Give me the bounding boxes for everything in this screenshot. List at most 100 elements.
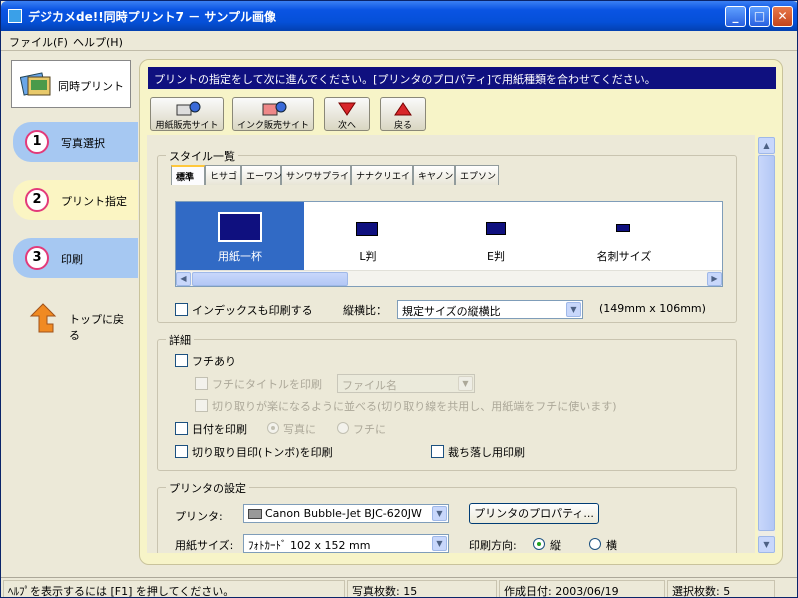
up-arrow-icon	[389, 101, 417, 117]
minimize-button[interactable]: _	[725, 6, 746, 27]
tab-nanacreate[interactable]: ナナクリエイト	[351, 165, 419, 185]
step-print[interactable]: 3 印刷	[13, 238, 138, 278]
business-card-preview	[616, 224, 630, 232]
chevron-down-icon[interactable]: ▼	[566, 302, 581, 317]
full-page-preview	[218, 212, 262, 242]
step-photo-select[interactable]: 1 写真選択	[13, 122, 138, 162]
portrait-label: 縦	[550, 539, 561, 552]
chevron-down-icon[interactable]: ▼	[432, 536, 447, 551]
photos-icon	[20, 72, 51, 96]
title-source-value: ファイル名	[342, 379, 397, 392]
orientation-label: 印刷方向:	[469, 539, 517, 552]
tab-sanwa[interactable]: サンワサプライ	[281, 165, 351, 185]
index-print-label: インデックスも印刷する	[192, 304, 313, 317]
printer-properties-button[interactable]: プリンタのプロパティ...	[469, 503, 599, 524]
crop-marks-label: 切り取り目印(トンボ)を印刷	[192, 446, 333, 459]
date-on-border-radio[interactable]	[337, 422, 349, 434]
paper-size-value: ﾌｫﾄｶｰﾄﾞ 102 x 152 mm	[248, 539, 371, 552]
date-print-label: 日付を印刷	[192, 423, 247, 436]
back-to-top-button[interactable]: トップに戻る	[19, 302, 134, 342]
style-card-business-card[interactable]: 名刺サイズ	[560, 202, 688, 270]
tab-hisago[interactable]: ヒサゴ	[205, 165, 241, 185]
menu-help[interactable]: ヘルプ(H)	[73, 34, 123, 50]
simultaneous-print-label: 同時プリント	[58, 80, 124, 93]
scroll-up-icon[interactable]: ▲	[758, 137, 775, 154]
style-card-l-size[interactable]: L判	[304, 202, 432, 270]
paper-shop-button[interactable]: 用紙販売サイト	[150, 97, 224, 131]
l-size-preview	[356, 222, 378, 236]
paper-shop-label: 用紙販売サイト	[155, 121, 219, 131]
simultaneous-print-button[interactable]: 同時プリント	[11, 60, 131, 108]
title-bar[interactable]: デジカメde!!同時プリント7 － サンプル画像 _ □ ✕	[1, 1, 797, 31]
step-print-settings[interactable]: 2 プリント指定	[13, 180, 138, 220]
tab-canon[interactable]: キヤノン	[413, 165, 455, 185]
bleed-checkbox[interactable]	[431, 445, 444, 458]
printer-icon	[248, 509, 262, 519]
chevron-down-icon[interactable]: ▼	[458, 376, 473, 391]
tab-aone[interactable]: エーワン	[241, 165, 282, 185]
tab-standard[interactable]: 標準	[171, 165, 205, 185]
border-checkbox[interactable]	[175, 354, 188, 367]
date-on-photo-label: 写真に	[283, 423, 316, 436]
hscroll-thumb[interactable]	[192, 272, 348, 286]
next-label: 次へ	[337, 121, 356, 131]
chevron-down-icon[interactable]: ▼	[432, 506, 447, 521]
settings-vscroll[interactable]: ▲ ▼	[758, 137, 775, 553]
style-card-e-size[interactable]: E判	[432, 202, 560, 270]
style-card-label: E判	[487, 250, 505, 263]
step-number: 1	[25, 130, 49, 154]
crop-marks-checkbox[interactable]	[175, 445, 188, 458]
paper-size-label: 用紙サイズ:	[175, 539, 234, 552]
style-list-hscroll[interactable]: ◀ ▶	[176, 270, 722, 286]
landscape-label: 横	[606, 539, 617, 552]
date-on-photo-radio[interactable]	[267, 422, 279, 434]
aspect-label: 縦横比：	[343, 304, 387, 317]
paper-size-select[interactable]: ﾌｫﾄｶｰﾄﾞ 102 x 152 mm ▼	[243, 534, 449, 553]
date-on-border-label: フチに	[353, 423, 386, 436]
title-on-border-checkbox[interactable]	[195, 377, 208, 390]
e-size-preview	[486, 222, 506, 235]
instruction-banner: プリントの指定をして次に進んでください。[プリンタのプロパティ]で用紙種類を合わ…	[148, 67, 776, 89]
bleed-label: 裁ち落し用印刷	[448, 446, 525, 459]
ink-shop-button[interactable]: インク販売サイト	[232, 97, 314, 131]
style-list-legend: スタイル一覧	[166, 148, 238, 164]
style-list: 用紙一杯 L判 E判 名刺サイズ ◀ ▶	[175, 201, 723, 287]
border-label: フチあり	[192, 355, 236, 368]
portrait-radio[interactable]	[533, 538, 545, 550]
printer-legend: プリンタの設定	[166, 480, 249, 496]
step-number: 2	[25, 188, 49, 212]
index-print-checkbox[interactable]	[175, 303, 188, 316]
app-icon	[8, 9, 22, 23]
vscroll-thumb[interactable]	[758, 155, 775, 531]
title-on-border-label: フチにタイトルを印刷	[212, 378, 322, 391]
status-bar: ﾍﾙﾌﾟを表示するには [F1] を押してください。 写真枚数: 15 作成日付…	[1, 577, 797, 597]
size-note: (149mm x 106mm)	[599, 302, 706, 315]
scroll-right-icon[interactable]: ▶	[707, 272, 722, 286]
title-source-select[interactable]: ファイル名 ▼	[337, 374, 475, 393]
style-card-full-page[interactable]: 用紙一杯	[176, 202, 304, 270]
scroll-down-icon[interactable]: ▼	[758, 536, 775, 553]
printer-select[interactable]: Canon Bubble-Jet BJC-620JW ▼	[243, 504, 449, 523]
status-help: ﾍﾙﾌﾟを表示するには [F1] を押してください。	[3, 580, 345, 597]
status-selected-count: 選択枚数: 5	[667, 580, 775, 597]
ink-shop-label: インク販売サイト	[236, 121, 309, 131]
sidebar: 同時プリント 1 写真選択 2 プリント指定 3 印刷 トップに戻る	[1, 52, 138, 575]
window-title: デジカメde!!同時プリント7 － サンプル画像	[28, 10, 277, 24]
close-button[interactable]: ✕	[772, 6, 793, 27]
style-card-label: 名刺サイズ	[596, 250, 652, 263]
maximize-button[interactable]: □	[749, 6, 770, 27]
scroll-left-icon[interactable]: ◀	[176, 272, 191, 286]
landscape-radio[interactable]	[589, 538, 601, 550]
back-button[interactable]: 戻る	[380, 97, 426, 131]
down-arrow-icon	[333, 101, 361, 117]
step-label: 印刷	[61, 253, 83, 266]
tab-epson[interactable]: エプソン	[455, 165, 499, 185]
easy-cut-checkbox[interactable]	[195, 399, 208, 412]
step-label: プリント指定	[61, 195, 127, 208]
aspect-select[interactable]: 規定サイズの縦横比 ▼	[397, 300, 583, 319]
menu-file[interactable]: ファイル(F)	[9, 34, 68, 50]
next-button[interactable]: 次へ	[324, 97, 370, 131]
date-print-checkbox[interactable]	[175, 422, 188, 435]
ink-shop-icon	[259, 101, 287, 117]
app-window: デジカメde!!同時プリント7 － サンプル画像 _ □ ✕ ファイル(F) ヘ…	[0, 0, 798, 598]
